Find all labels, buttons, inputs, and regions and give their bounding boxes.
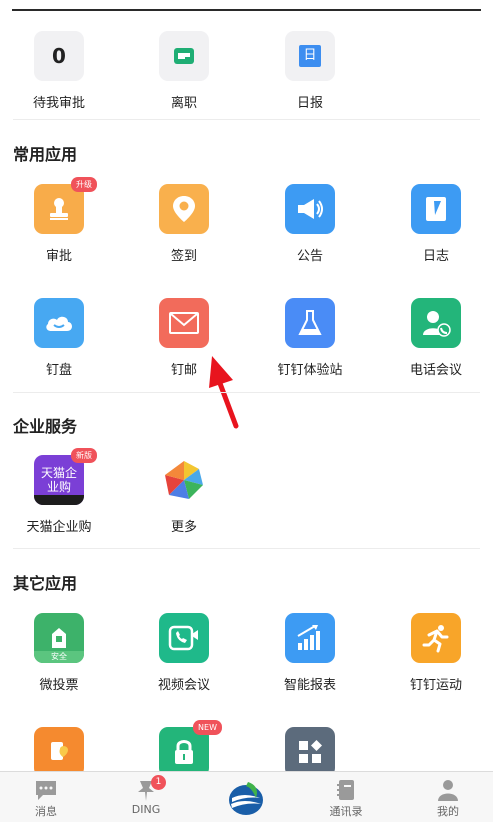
video-call-icon[interactable] bbox=[159, 613, 209, 663]
app-label: 视频会议 bbox=[157, 678, 210, 693]
chart-report-icon[interactable] bbox=[285, 613, 335, 663]
app-tmall-enterprise[interactable]: 天猫企业购 新版 天猫企业购 bbox=[0, 448, 119, 535]
tmall-icon[interactable]: 天猫企业购 新版 bbox=[34, 448, 97, 505]
other-apps-row-1: 安全 微投票 视频会议 智能报表 钉钉运动 bbox=[0, 613, 493, 703]
tab-label: 通讯录 bbox=[329, 805, 363, 818]
profile-icon bbox=[436, 779, 460, 801]
bottom-tab-bar: 消息 1 DING 通讯录 我的 bbox=[0, 771, 493, 822]
mail-icon[interactable] bbox=[159, 298, 209, 348]
phone-conference-icon[interactable] bbox=[411, 298, 461, 348]
daily-report-glyph: 日 bbox=[299, 45, 321, 67]
top-divider bbox=[12, 9, 481, 11]
quick-action-pending-approval[interactable]: 0 待我审批 bbox=[0, 31, 119, 111]
section-title-common: 常用应用 bbox=[13, 145, 78, 164]
section-divider bbox=[13, 119, 480, 120]
daily-report-icon[interactable]: 日 bbox=[285, 31, 335, 81]
tab-home[interactable] bbox=[206, 772, 286, 822]
app-label: 钉盘 bbox=[45, 363, 72, 378]
section-divider bbox=[13, 548, 480, 549]
app-video-conference[interactable]: 视频会议 bbox=[124, 613, 244, 693]
megaphone-icon[interactable] bbox=[285, 184, 335, 234]
app-label: 更多 bbox=[170, 520, 197, 535]
tab-contacts[interactable]: 通讯录 bbox=[306, 772, 386, 822]
cloud-icon[interactable] bbox=[34, 298, 84, 348]
app-log[interactable]: 日志 bbox=[376, 184, 493, 264]
section-divider bbox=[13, 392, 480, 393]
tab-profile[interactable]: 我的 bbox=[408, 772, 488, 822]
vote-icon[interactable]: 安全 bbox=[34, 613, 84, 663]
tab-messages[interactable]: 消息 bbox=[6, 772, 86, 822]
resign-icon[interactable] bbox=[159, 31, 209, 81]
tab-label: 消息 bbox=[35, 805, 57, 818]
app-label: 天猫企业购 bbox=[26, 520, 92, 535]
ding-badge: 1 bbox=[151, 775, 166, 790]
app-lock[interactable]: NEW bbox=[124, 720, 244, 777]
ding-pin-icon: 1 bbox=[134, 775, 166, 801]
flask-icon[interactable] bbox=[285, 298, 335, 348]
section-title-enterprise: 企业服务 bbox=[13, 417, 78, 436]
upgrade-badge: 升级 bbox=[71, 177, 97, 192]
new-badge: NEW bbox=[193, 720, 222, 735]
app-micro-vote[interactable]: 安全 微投票 bbox=[0, 613, 119, 693]
app-label: 公告 bbox=[296, 249, 323, 264]
lock-icon[interactable]: NEW bbox=[159, 720, 222, 777]
app-orange[interactable] bbox=[0, 727, 119, 777]
contacts-icon bbox=[334, 779, 358, 801]
dingtalk-logo-icon bbox=[226, 778, 266, 818]
notebook-icon[interactable] bbox=[411, 184, 461, 234]
app-label: 电话会议 bbox=[409, 363, 462, 378]
app-label: 日志 bbox=[422, 249, 449, 264]
vote-safe-text: 安全 bbox=[34, 651, 84, 663]
app-dingtalk-sport[interactable]: 钉钉运动 bbox=[376, 613, 493, 693]
new-version-badge: 新版 bbox=[71, 448, 97, 463]
quick-action-label: 离职 bbox=[170, 96, 197, 111]
common-apps-row-1: 升级 审批 签到 公告 日志 bbox=[0, 177, 493, 274]
approval-stamp-icon[interactable]: 升级 bbox=[34, 177, 97, 234]
quick-action-resign[interactable]: 离职 bbox=[124, 31, 244, 111]
enterprise-apps-row: 天猫企业购 新版 天猫企业购 更多 bbox=[0, 448, 493, 545]
tab-label: DING bbox=[131, 803, 161, 816]
app-label: 签到 bbox=[170, 249, 197, 264]
tab-label: 我的 bbox=[437, 805, 459, 818]
message-icon bbox=[34, 779, 58, 801]
app-label: 智能报表 bbox=[283, 678, 336, 693]
grid-apps-icon[interactable] bbox=[285, 727, 335, 777]
app-label: 微投票 bbox=[39, 678, 79, 693]
section-title-other: 其它应用 bbox=[13, 574, 78, 593]
pending-count: 0 bbox=[52, 44, 66, 68]
app-label: 钉钉体验站 bbox=[277, 363, 343, 378]
pending-count-tile[interactable]: 0 bbox=[34, 31, 84, 81]
app-announcement[interactable]: 公告 bbox=[250, 184, 370, 264]
app-label: 审批 bbox=[45, 249, 72, 264]
app-dingpan[interactable]: 钉盘 bbox=[0, 298, 119, 378]
quick-action-daily-report[interactable]: 日 日报 bbox=[250, 31, 370, 111]
app-label: 钉钉运动 bbox=[409, 678, 462, 693]
tmall-icon-text: 天猫企业购 bbox=[40, 466, 77, 494]
app-smart-report[interactable]: 智能报表 bbox=[250, 613, 370, 693]
app-phone-conference[interactable]: 电话会议 bbox=[376, 298, 493, 378]
app-approval[interactable]: 升级 审批 bbox=[0, 177, 119, 264]
quick-action-label: 待我审批 bbox=[32, 96, 85, 111]
app-more[interactable]: 更多 bbox=[124, 455, 244, 535]
quick-actions-row: 0 待我审批 离职 日 日报 bbox=[0, 31, 493, 121]
common-apps-row-2: 钉盘 钉邮 钉钉体验站 电话会议 bbox=[0, 298, 493, 388]
app-orange-icon[interactable] bbox=[34, 727, 84, 777]
app-checkin[interactable]: 签到 bbox=[124, 184, 244, 264]
quick-action-label: 日报 bbox=[296, 96, 323, 111]
more-pinwheel-icon[interactable] bbox=[159, 455, 209, 505]
location-pin-icon[interactable] bbox=[159, 184, 209, 234]
app-grid[interactable] bbox=[250, 727, 370, 777]
app-experience-station[interactable]: 钉钉体验站 bbox=[250, 298, 370, 378]
tab-ding[interactable]: 1 DING bbox=[106, 772, 186, 822]
running-icon[interactable] bbox=[411, 613, 461, 663]
